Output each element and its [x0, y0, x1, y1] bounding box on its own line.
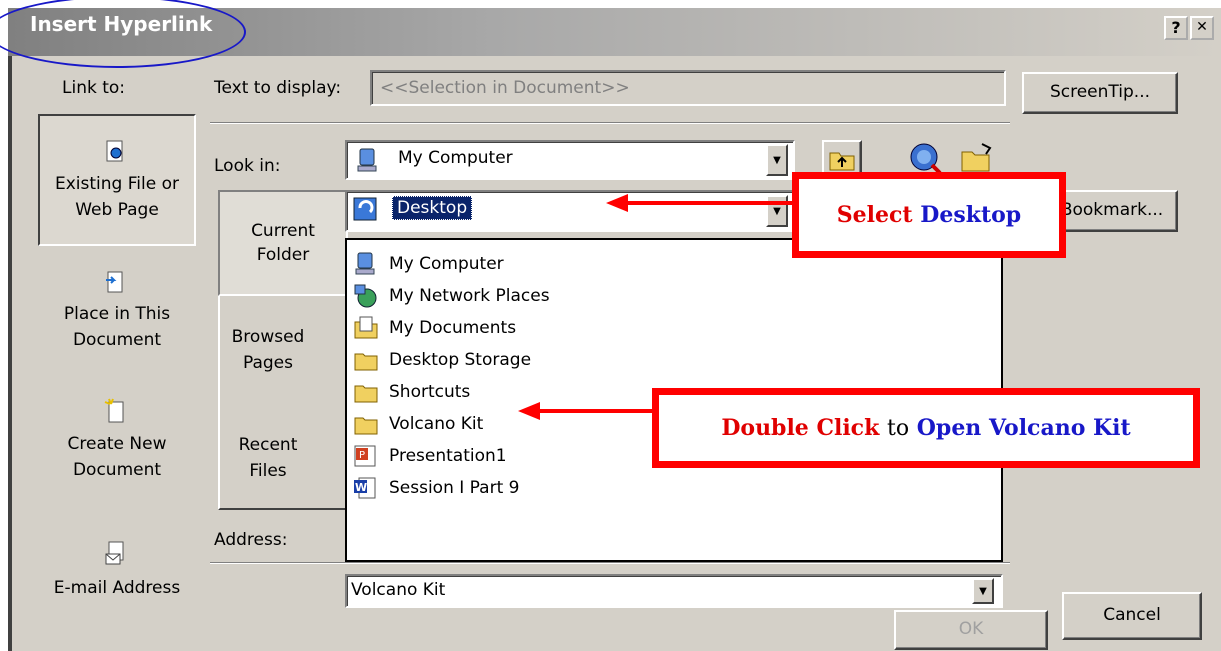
computer-icon	[353, 252, 379, 276]
text-to-display-field[interactable]: <<Selection in Document>>	[370, 70, 1006, 106]
look-in-label: Look in:	[214, 156, 281, 176]
callout-text: Double Click	[721, 415, 880, 441]
list-item-session-i-part-9[interactable]: W Session I Part 9	[353, 472, 519, 504]
link-email-label[interactable]: E-mail Address	[38, 576, 196, 600]
tab-browsed-pages-label2[interactable]: Pages	[218, 350, 318, 376]
powerpoint-icon: P	[353, 444, 379, 468]
list-item-label: My Network Places	[389, 286, 550, 306]
tab-recent-files-label2[interactable]: Files	[218, 458, 318, 484]
svg-text:W: W	[355, 481, 367, 494]
list-item-label: Presentation1	[389, 446, 507, 466]
list-item-label: Shortcuts	[389, 382, 471, 402]
email-icon	[104, 540, 126, 568]
link-existing-file-label2: Web Page	[75, 200, 159, 220]
list-item-label: My Computer	[389, 254, 504, 274]
svg-text:P: P	[359, 450, 365, 461]
list-item-volcano-kit[interactable]: Volcano Kit	[353, 408, 483, 440]
separator	[210, 562, 1010, 564]
arrow-to-desktop	[606, 192, 796, 214]
computer-icon	[356, 147, 380, 173]
link-place-document-label1[interactable]: Place in This	[38, 302, 196, 326]
link-existing-file-label1: Existing File or	[55, 174, 179, 194]
separator	[210, 122, 1010, 124]
close-button[interactable]: ✕	[1190, 16, 1214, 40]
link-to-label: Link to:	[62, 78, 126, 98]
screentip-button[interactable]: ScreenTip...	[1022, 72, 1178, 114]
callout-text: to	[887, 415, 910, 441]
address-field[interactable]: Volcano Kit	[345, 574, 1003, 608]
list-item-label: My Documents	[389, 318, 517, 338]
link-create-new-label1[interactable]: Create New	[38, 432, 196, 456]
address-label: Address:	[214, 530, 288, 550]
callout-text: Open Volcano Kit	[916, 415, 1131, 441]
tab-browsed-pages-label1[interactable]: Browsed	[218, 324, 318, 350]
list-item-shortcuts[interactable]: Shortcuts	[353, 376, 470, 408]
folder-icon	[353, 412, 379, 436]
list-item-presentation1[interactable]: P Presentation1	[353, 440, 507, 472]
file-web-icon	[106, 140, 126, 164]
help-button[interactable]: ?	[1164, 16, 1188, 40]
list-item-my-network-places[interactable]: My Network Places	[353, 280, 550, 312]
callout-text: Desktop	[920, 202, 1022, 228]
network-places-icon	[353, 284, 379, 308]
desktop-selected-item[interactable]: Desktop	[392, 196, 473, 220]
tab-current-folder-label2: Folder	[256, 245, 310, 265]
link-create-new-label2[interactable]: Document	[38, 458, 196, 482]
callout-open-volcano-kit: Double Click to Open Volcano Kit	[652, 388, 1200, 468]
word-icon: W	[353, 476, 379, 500]
desktop-icon	[352, 196, 378, 224]
callout-select-desktop: Select Desktop	[792, 172, 1066, 258]
link-place-document-label2[interactable]: Document	[38, 328, 196, 352]
list-item-my-computer[interactable]: My Computer	[353, 248, 504, 280]
look-in-value: My Computer	[398, 148, 513, 168]
address-dropdown-button[interactable]: ▼	[972, 578, 994, 604]
new-document-icon	[104, 398, 126, 424]
list-item-desktop-storage[interactable]: Desktop Storage	[353, 344, 531, 376]
look-in-dropdown-button[interactable]: ▼	[766, 144, 788, 176]
tab-current-folder-label1: Current	[251, 221, 315, 241]
list-item-label: Volcano Kit	[389, 414, 484, 434]
folder-icon	[353, 380, 379, 404]
ok-button[interactable]: OK	[894, 610, 1048, 650]
tab-recent-files-label1[interactable]: Recent	[218, 432, 318, 458]
list-item-label: Session I Part 9	[389, 478, 520, 498]
documents-icon	[353, 316, 379, 340]
arrow-to-volcano-kit	[518, 400, 658, 422]
folder-icon	[353, 348, 379, 372]
callout-text: Select	[836, 202, 913, 228]
text-to-display-label: Text to display:	[214, 78, 342, 98]
list-item-my-documents[interactable]: My Documents	[353, 312, 516, 344]
cancel-button[interactable]: Cancel	[1062, 592, 1202, 640]
list-item-label: Desktop Storage	[389, 350, 532, 370]
place-document-icon	[104, 270, 126, 296]
